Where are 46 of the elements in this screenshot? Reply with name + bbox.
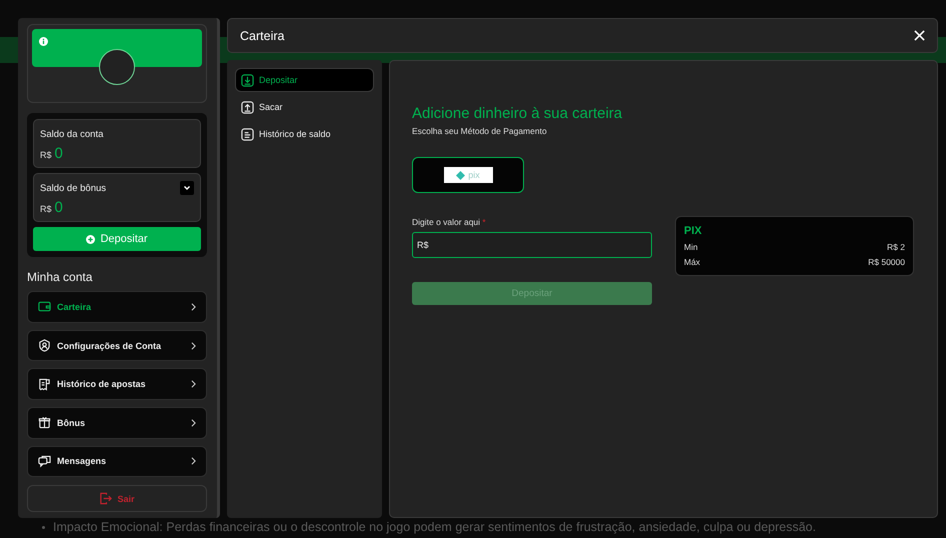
deposit-subheading: Escolha seu Método de Pagamento <box>412 126 548 136</box>
chevron-right-icon <box>191 380 196 388</box>
menu-item[interactable]: Configurações de Conta <box>27 330 207 362</box>
menu-item[interactable]: Mensagens <box>27 446 207 478</box>
gift-icon <box>38 416 51 430</box>
chevron-down-icon[interactable] <box>180 181 194 196</box>
logout-icon <box>99 492 112 506</box>
chat-icon <box>38 454 51 468</box>
wallet-tab[interactable]: Sacar <box>235 95 374 119</box>
section-title: Minha conta <box>27 270 94 284</box>
download-icon <box>241 74 254 86</box>
limit-value: R$ 50000 <box>868 257 905 267</box>
pix-logo: pix <box>444 167 492 183</box>
wallet-tab[interactable]: Depositar <box>235 68 374 92</box>
currency-label: R$ <box>40 150 52 160</box>
receipt-icon <box>38 378 51 391</box>
modal-title: Carteira <box>240 28 284 42</box>
chevron-right-icon <box>191 418 196 427</box>
balance-label: Saldo de bônus <box>40 182 106 194</box>
chevron-right-icon <box>191 342 196 350</box>
balance-amount: 0 <box>54 199 63 216</box>
upload-icon <box>241 100 254 114</box>
limits-title: PIX <box>684 225 703 237</box>
menu-item[interactable]: Histórico de apostas <box>27 368 207 400</box>
document-icon <box>241 128 254 140</box>
balance-label: Saldo da conta <box>40 128 104 140</box>
plus-icon <box>86 234 96 244</box>
menu-item[interactable]: Bônus <box>27 407 207 439</box>
chevron-right-icon <box>191 302 196 311</box>
limit-value: R$ 2 <box>887 242 905 252</box>
wallet-tab[interactable]: Histórico de saldo <box>235 122 374 146</box>
chevron-right-icon <box>191 457 196 466</box>
bullet-text: Impacto Emocional: Perdas financeiras ou o descontrole no jogo podem gerar sentimentos de frustração, ansiedade, culpa ou depressão. <box>53 520 816 534</box>
balance-amount: 0 <box>54 145 63 162</box>
deposit-heading: Adicione dinheiro à sua carteira <box>412 105 624 122</box>
amount-input-field[interactable]: R$ <box>412 232 652 258</box>
wallet-icon <box>38 300 51 314</box>
limit-label: Min <box>684 242 698 252</box>
field-label: Digite o valor aqui * <box>412 217 487 227</box>
menu-item[interactable]: Carteira <box>27 291 207 323</box>
user-icon <box>38 339 51 352</box>
avatar <box>99 49 135 85</box>
close-icon[interactable] <box>914 30 925 41</box>
info-icon[interactable] <box>39 37 48 46</box>
currency-label: R$ <box>40 204 52 214</box>
limit-label: Máx <box>684 257 700 267</box>
